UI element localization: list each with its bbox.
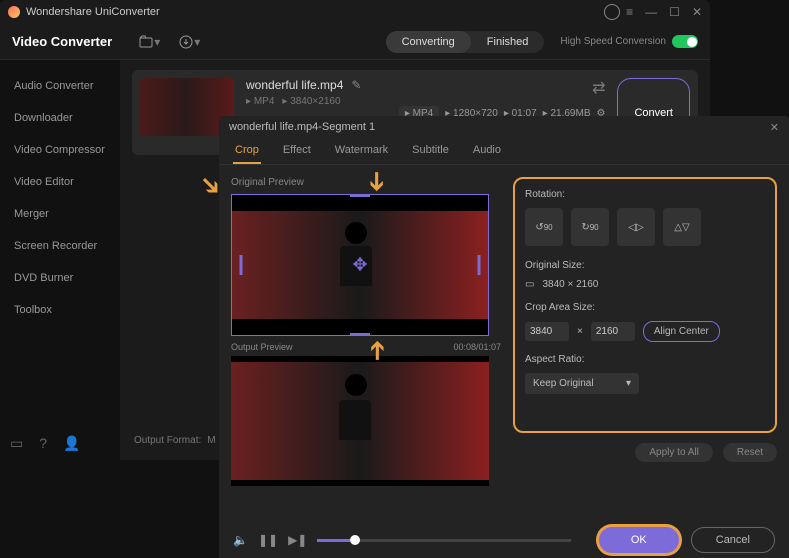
rect-icon: ▭ bbox=[525, 279, 534, 290]
original-size-label: Original Size: bbox=[525, 260, 765, 271]
dialog-close-icon[interactable]: ✕ bbox=[770, 121, 779, 134]
rotate-ccw-button[interactable]: ↺90 bbox=[525, 208, 563, 246]
output-preview-label: Output Preview bbox=[231, 342, 293, 352]
in-res: 3840×2160 bbox=[290, 96, 340, 107]
playback-slider[interactable] bbox=[317, 539, 570, 542]
apply-to-all-button[interactable]: Apply to All bbox=[635, 443, 712, 462]
tab-converting[interactable]: Converting bbox=[386, 31, 471, 53]
convert-tabs: Converting Finished bbox=[386, 31, 545, 53]
cancel-button[interactable]: Cancel bbox=[691, 527, 775, 553]
align-center-button[interactable]: Align Center bbox=[643, 321, 720, 342]
callout-arrow-icon: ➔ bbox=[361, 340, 392, 362]
app-logo-icon bbox=[8, 6, 20, 18]
user-icon[interactable]: 👤 bbox=[63, 435, 80, 452]
editor-tabs: Crop Effect Watermark Subtitle Audio bbox=[219, 138, 789, 165]
tab-finished[interactable]: Finished bbox=[471, 31, 545, 53]
timecode: 00:08/01:07 bbox=[453, 342, 501, 352]
reset-button[interactable]: Reset bbox=[723, 443, 777, 462]
rotation-label: Rotation: bbox=[525, 189, 765, 200]
move-cursor-icon[interactable]: ✥ bbox=[352, 255, 367, 276]
shuffle-icon[interactable]: ⇄ bbox=[592, 78, 605, 98]
flip-h-button[interactable]: ◁▷ bbox=[617, 208, 655, 246]
step-forward-icon[interactable]: ▶❚ bbox=[288, 533, 307, 547]
topbar: Video Converter ▾ ▾ Converting Finished … bbox=[0, 24, 710, 60]
sound-icon[interactable]: 🔈 bbox=[233, 533, 248, 547]
rotate-cw-button[interactable]: ↻90 bbox=[571, 208, 609, 246]
original-size-value: 3840 × 2160 bbox=[542, 279, 598, 290]
titlebar: Wondershare UniConverter ≡ — ☐ ✕ bbox=[0, 0, 710, 24]
tab-watermark[interactable]: Watermark bbox=[333, 138, 390, 164]
sidebar-item-merger[interactable]: Merger bbox=[0, 198, 120, 230]
maximize-icon[interactable]: ☐ bbox=[669, 5, 680, 19]
book-icon[interactable]: ▭ bbox=[10, 435, 23, 452]
sidebar-item-toolbox[interactable]: Toolbox bbox=[0, 294, 120, 326]
sidebar-item-audio-converter[interactable]: Audio Converter bbox=[0, 70, 120, 102]
editor-dialog: wonderful life.mp4-Segment 1 ✕ Crop Effe… bbox=[219, 116, 789, 558]
speed-toggle[interactable] bbox=[672, 35, 698, 48]
crop-area-size-label: Crop Area Size: bbox=[525, 302, 765, 313]
sidebar-item-video-editor[interactable]: Video Editor bbox=[0, 166, 120, 198]
close-icon[interactable]: ✕ bbox=[692, 5, 702, 19]
original-preview[interactable]: ✥ bbox=[231, 194, 489, 336]
ok-button[interactable]: OK bbox=[599, 527, 679, 553]
sidebar-item-video-compressor[interactable]: Video Compressor bbox=[0, 134, 120, 166]
user-avatar-icon[interactable] bbox=[604, 4, 620, 20]
sidebar-item-dvd-burner[interactable]: DVD Burner bbox=[0, 262, 120, 294]
pause-icon[interactable]: ❚❚ bbox=[258, 533, 278, 547]
file-name: wonderful life.mp4 bbox=[246, 78, 343, 92]
output-preview bbox=[231, 356, 489, 486]
tab-subtitle[interactable]: Subtitle bbox=[410, 138, 451, 164]
sidebar: Audio Converter Downloader Video Compres… bbox=[0, 60, 120, 460]
in-format: MP4 bbox=[254, 96, 275, 107]
output-format-label: Output Format: bbox=[134, 435, 201, 446]
speed-label: High Speed Conversion bbox=[560, 36, 666, 47]
crop-width-input[interactable] bbox=[525, 322, 569, 341]
edit-name-icon[interactable]: ✎ bbox=[351, 78, 361, 92]
app-title: Wondershare UniConverter bbox=[26, 6, 604, 18]
flip-v-button[interactable]: △▽ bbox=[663, 208, 701, 246]
sidebar-item-downloader[interactable]: Downloader bbox=[0, 102, 120, 134]
tab-effect[interactable]: Effect bbox=[281, 138, 313, 164]
chevron-down-icon: ▾ bbox=[626, 378, 631, 389]
minimize-icon[interactable]: — bbox=[645, 5, 657, 19]
output-format-value: M bbox=[207, 435, 215, 446]
tab-crop[interactable]: Crop bbox=[233, 138, 261, 164]
menu-icon[interactable]: ≡ bbox=[626, 5, 633, 19]
crop-sep: × bbox=[577, 326, 583, 337]
section-title: Video Converter bbox=[12, 34, 112, 49]
add-download-icon[interactable]: ▾ bbox=[178, 34, 200, 50]
dialog-title: wonderful life.mp4-Segment 1 bbox=[229, 121, 375, 133]
add-file-icon[interactable]: ▾ bbox=[138, 34, 160, 50]
crop-settings-panel: Rotation: ↺90 ↻90 ◁▷ △▽ Original Size: ▭… bbox=[513, 177, 777, 433]
crop-height-input[interactable] bbox=[591, 322, 635, 341]
sidebar-item-screen-recorder[interactable]: Screen Recorder bbox=[0, 230, 120, 262]
help-icon[interactable]: ? bbox=[39, 435, 47, 452]
callout-arrow-icon: ➔ bbox=[361, 171, 392, 193]
aspect-ratio-label: Aspect Ratio: bbox=[525, 354, 765, 365]
tab-audio[interactable]: Audio bbox=[471, 138, 503, 164]
aspect-ratio-select[interactable]: Keep Original▾ bbox=[525, 373, 639, 394]
